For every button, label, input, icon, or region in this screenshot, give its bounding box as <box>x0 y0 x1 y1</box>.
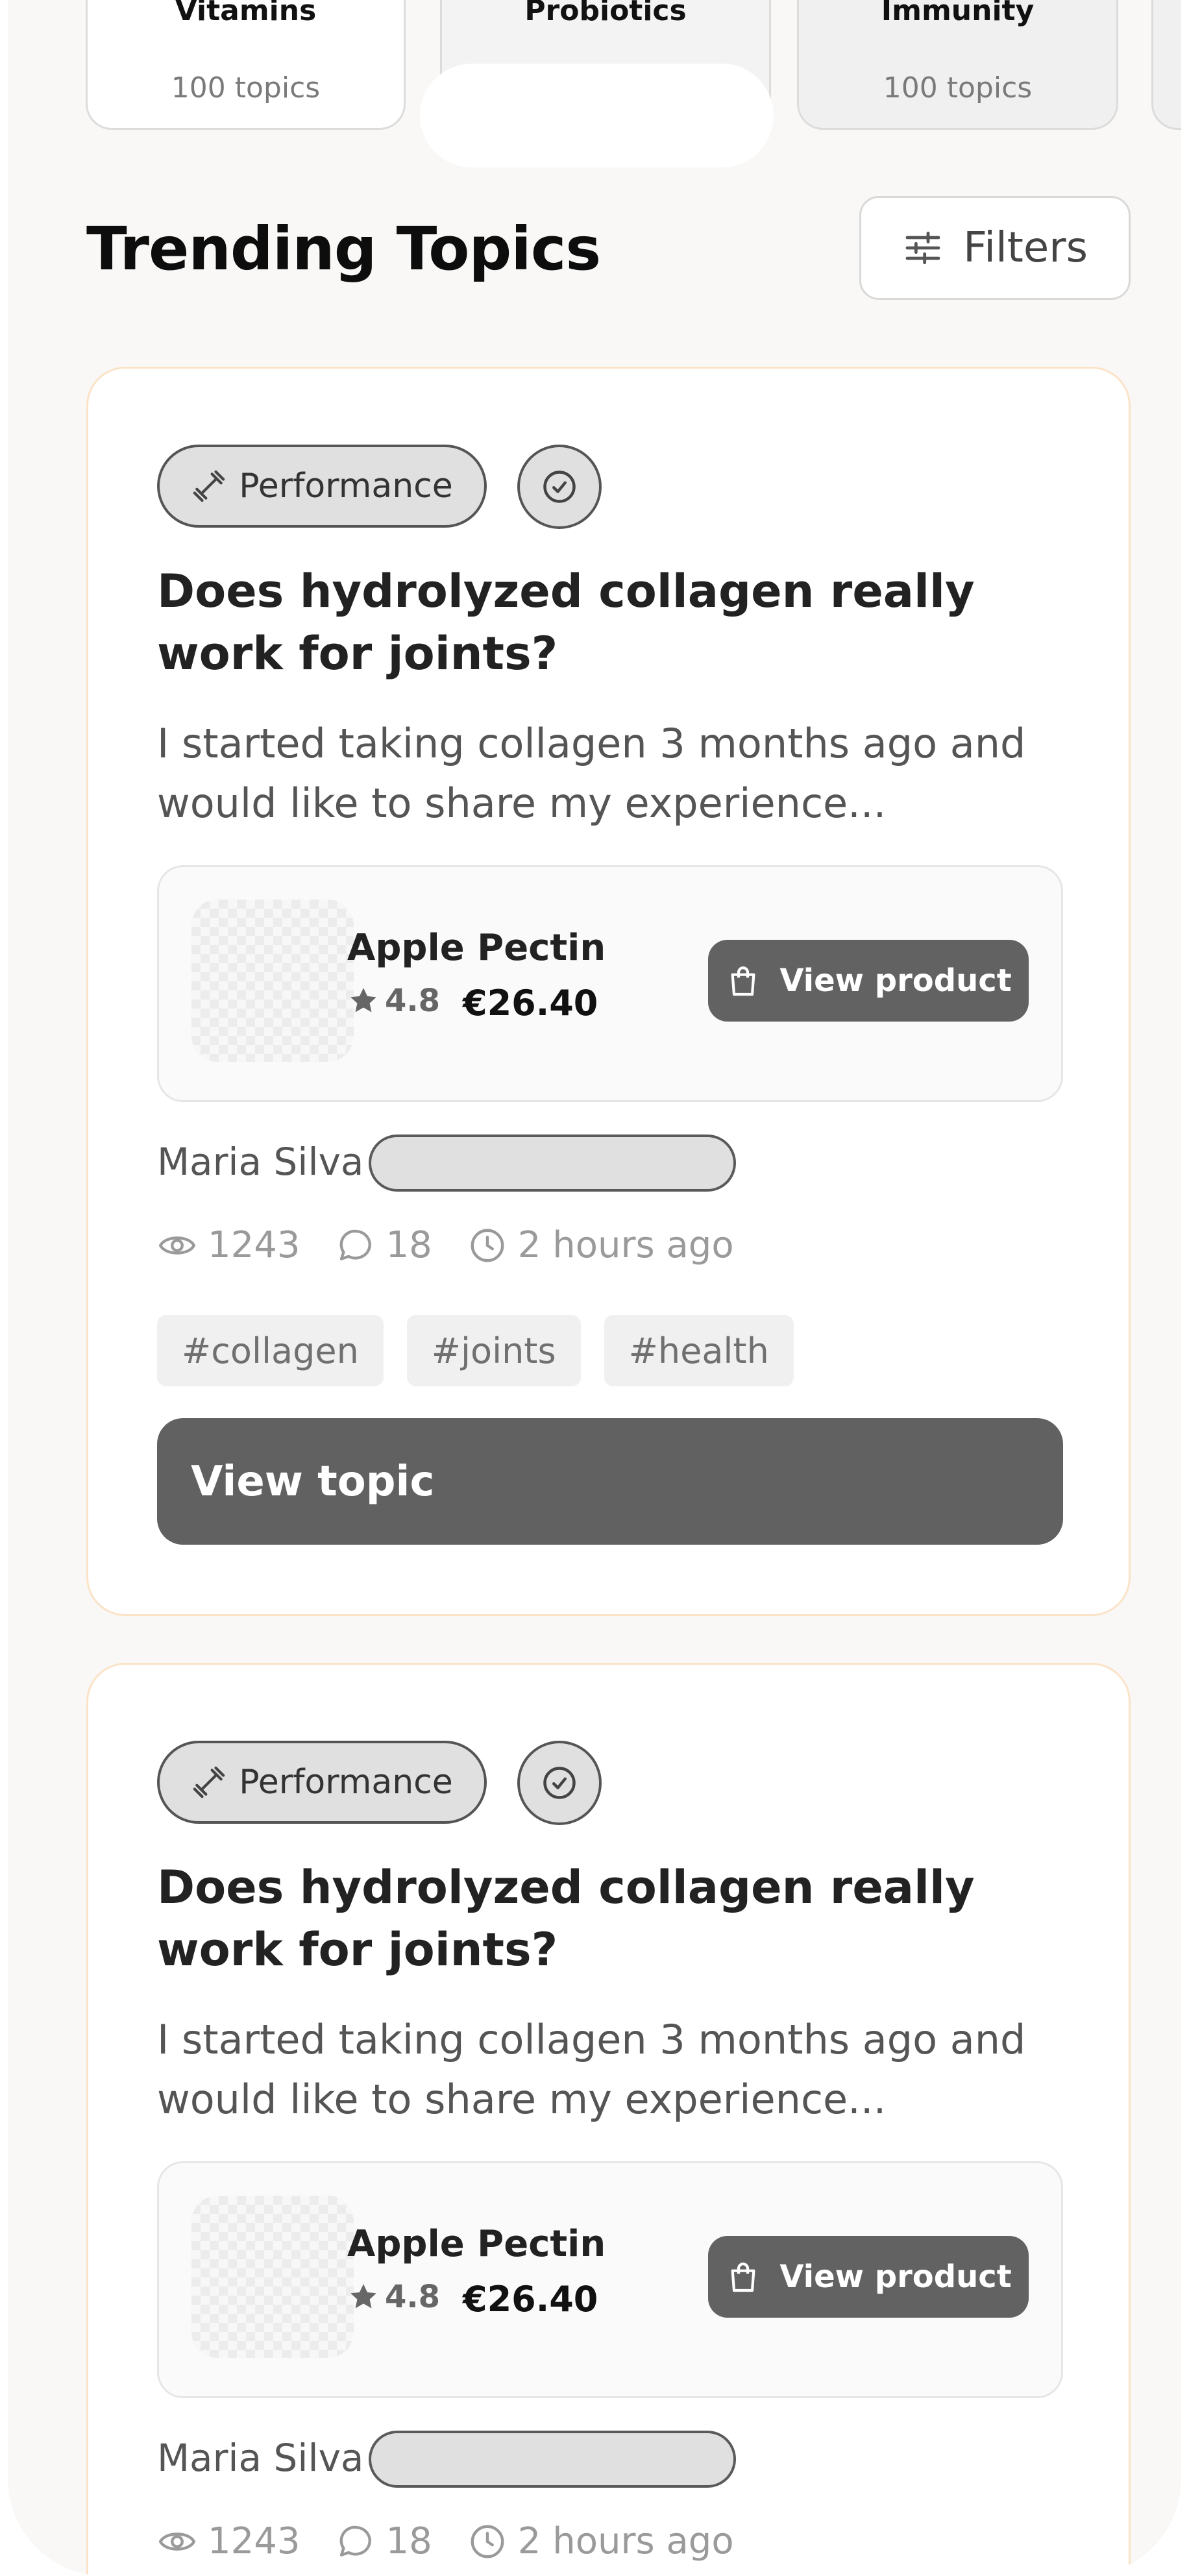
eye-icon <box>158 1236 196 1255</box>
category-badge-label: Performance <box>239 1763 453 1802</box>
time-stat: 2 hours ago <box>467 1224 734 1266</box>
product-price: €26.40 <box>463 983 598 1024</box>
comments-count: 18 <box>386 2520 432 2562</box>
tag-health[interactable]: #health <box>604 1315 794 1386</box>
rating-value: 4.8 <box>385 983 441 1019</box>
eye-icon <box>158 2532 196 2551</box>
views-count: 1243 <box>208 1224 300 1266</box>
comment-icon <box>339 1229 371 1260</box>
product-price: €26.40 <box>463 2279 598 2320</box>
category-card-immunity[interactable]: Immunity 100 topics <box>797 0 1118 130</box>
topic-excerpt: I started taking collagen 3 months ago a… <box>157 2016 1026 2123</box>
product-rating: 4.8 <box>347 983 440 1019</box>
topic-stats: 1243 18 2 hours ago <box>157 1224 734 1266</box>
shopping-bag-icon <box>731 2263 755 2292</box>
category-count: 100 topics <box>883 71 1033 104</box>
topic-excerpt: I started taking collagen 3 months ago a… <box>157 720 1026 827</box>
time-stat: 2 hours ago <box>467 2520 734 2562</box>
filters-button[interactable]: Filters <box>859 196 1131 300</box>
category-name: Probiotics <box>524 0 687 27</box>
category-badge[interactable]: Performance <box>157 1741 487 1824</box>
author-badge <box>369 1135 736 1192</box>
view-product-button[interactable]: View product <box>708 2236 1029 2318</box>
tag-collagen[interactable]: #collagen <box>157 1315 384 1386</box>
product-card: Apple Pectin 4.8 €26.40 View product <box>157 865 1063 1102</box>
dumbbell-icon <box>193 1766 225 1798</box>
product-rating: 4.8 <box>347 2279 440 2315</box>
view-product-label: View product <box>779 963 1012 999</box>
check-circle-icon <box>543 471 576 503</box>
topic-title[interactable]: Does hydrolyzed collagen really work for… <box>157 560 1079 685</box>
rating-value: 4.8 <box>385 2279 441 2315</box>
tag-joints[interactable]: #joints <box>406 1315 581 1386</box>
time-ago: 2 hours ago <box>517 2520 734 2562</box>
author-badge <box>369 2431 736 2488</box>
topic-title[interactable]: Does hydrolyzed collagen really work for… <box>157 1856 1079 1981</box>
category-badge-label: Performance <box>239 467 453 506</box>
author-name[interactable]: Maria Silva <box>157 1140 363 1184</box>
comments-count: 18 <box>386 1224 432 1266</box>
topic-card: Performance Does hydrolyzed collagen rea… <box>86 367 1131 1616</box>
carousel-overlay-pill <box>420 64 774 167</box>
verified-badge <box>517 445 602 529</box>
product-name: Apple Pectin <box>347 927 606 969</box>
star-icon <box>350 988 376 1012</box>
comments-stat: 18 <box>336 1224 432 1266</box>
sliders-icon <box>905 231 940 265</box>
product-image <box>191 900 354 1062</box>
comment-icon <box>339 2525 371 2557</box>
product-image <box>191 2196 354 2358</box>
category-card-next[interactable] <box>1151 0 1181 130</box>
topic-stats: 1243 18 2 hours ago <box>157 2520 734 2562</box>
comments-stat: 18 <box>336 2520 432 2562</box>
filters-label: Filters <box>963 224 1088 272</box>
category-card-vitamins[interactable]: Vitamins 100 topics <box>86 0 406 130</box>
view-topic-button[interactable]: View topic <box>157 1418 1063 1545</box>
category-badge[interactable]: Performance <box>157 445 487 528</box>
verified-badge <box>517 1741 602 1825</box>
author-name[interactable]: Maria Silva <box>157 2436 363 2480</box>
product-name: Apple Pectin <box>347 2223 606 2265</box>
clock-icon <box>471 2525 504 2558</box>
category-name: Immunity <box>881 0 1035 27</box>
category-name: Vitamins <box>175 0 317 27</box>
topic-card: Performance Does hydrolyzed collagen rea… <box>86 1663 1131 2576</box>
views-stat: 1243 <box>157 2520 300 2562</box>
view-product-button[interactable]: View product <box>708 940 1029 1022</box>
app-screen: Vitamins 100 topics Probiotics Immunity … <box>8 0 1181 2576</box>
time-ago: 2 hours ago <box>517 1224 734 1266</box>
view-product-label: View product <box>779 2259 1012 2295</box>
clock-icon <box>471 1229 504 1262</box>
views-count: 1243 <box>208 2520 300 2562</box>
shopping-bag-icon <box>731 966 755 996</box>
dumbbell-icon <box>193 470 225 502</box>
product-card: Apple Pectin 4.8 €26.40 View product <box>157 2161 1063 2398</box>
star-icon <box>350 2284 376 2309</box>
section-title: Trending Topics <box>86 214 601 284</box>
views-stat: 1243 <box>157 1224 300 1266</box>
tags-list: #collagen #joints #health <box>157 1315 794 1386</box>
check-circle-icon <box>543 1767 576 1799</box>
category-count: 100 topics <box>171 71 321 104</box>
